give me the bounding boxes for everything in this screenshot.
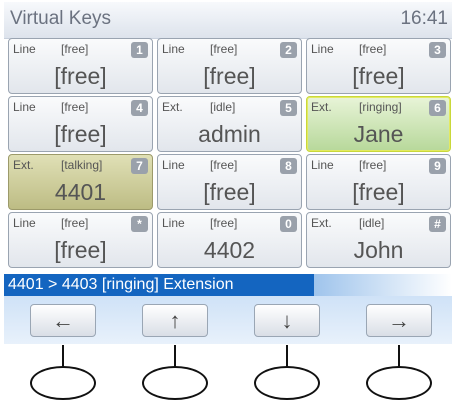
- key-number-badge: 6: [429, 100, 446, 116]
- softkey-right[interactable]: →: [366, 304, 432, 337]
- key-type: Line: [311, 158, 334, 172]
- connector-line-2: [174, 345, 176, 367]
- key-number-badge: 7: [131, 158, 148, 174]
- hardware-key-2[interactable]: [142, 366, 208, 400]
- key-label: [free]: [352, 179, 405, 205]
- key-number-badge: 8: [280, 158, 297, 174]
- key-label: [free]: [54, 237, 107, 263]
- hardware-key-4[interactable]: [366, 366, 432, 400]
- key-number-badge: 1: [131, 42, 148, 58]
- key-type: Ext.: [311, 216, 332, 230]
- clock: 16:41: [400, 8, 448, 29]
- hardware-key-1[interactable]: [30, 366, 96, 400]
- key-label: [free]: [54, 63, 107, 89]
- key-state: [talking]: [61, 158, 103, 172]
- arrow-up-icon: ↑: [169, 308, 181, 333]
- virtual-key-7[interactable]: Ext. [talking] 7 4401: [8, 154, 153, 210]
- connector-line-3: [286, 345, 288, 367]
- call-status-bar: 4401 > 4403 [ringing] Extension: [4, 274, 314, 296]
- key-state: [free]: [359, 42, 387, 56]
- virtual-key-8[interactable]: Line [free] 8 [free]: [157, 154, 302, 210]
- key-type: Line: [311, 42, 334, 56]
- virtual-key-star[interactable]: Line [free] * [free]: [8, 212, 153, 268]
- key-state: [free]: [210, 42, 238, 56]
- status-bar-fade: [314, 274, 452, 296]
- virtual-key-hash[interactable]: Ext. [idle] # John: [306, 212, 451, 268]
- arrow-down-icon: ↓: [281, 308, 293, 333]
- key-number-badge: *: [131, 216, 148, 232]
- key-label: 4402: [203, 237, 256, 263]
- key-type: Ext.: [311, 100, 332, 114]
- virtual-key-9[interactable]: Line [free] 9 [free]: [306, 154, 451, 210]
- key-type: Line: [162, 216, 185, 230]
- key-label: [free]: [54, 121, 107, 147]
- key-state: [free]: [61, 100, 89, 114]
- phone-screen: Virtual Keys 16:41 Line [free] 1 [free] …: [4, 2, 452, 296]
- key-number-badge: #: [429, 216, 446, 232]
- virtual-key-0[interactable]: Line [free] 0 4402: [157, 212, 302, 268]
- key-type: Ext.: [162, 100, 183, 114]
- virtual-key-5[interactable]: Ext. [idle] 5 admin: [157, 96, 302, 152]
- arrow-right-icon: →: [388, 308, 410, 333]
- key-state: [ringing]: [359, 100, 402, 114]
- softkey-left[interactable]: ←: [30, 304, 96, 337]
- arrow-left-icon: ←: [52, 308, 74, 333]
- virtual-keys-grid: Line [free] 1 [free] Line [free] 2 [free…: [8, 38, 452, 272]
- key-state: [free]: [210, 158, 238, 172]
- key-state: [free]: [61, 216, 89, 230]
- virtual-key-3[interactable]: Line [free] 3 [free]: [306, 38, 451, 94]
- virtual-key-2[interactable]: Line [free] 2 [free]: [157, 38, 302, 94]
- key-type: Line: [13, 100, 36, 114]
- virtual-key-4[interactable]: Line [free] 4 [free]: [8, 96, 153, 152]
- key-number-badge: 3: [429, 42, 446, 58]
- softkey-down[interactable]: ↓: [254, 304, 320, 337]
- key-label: John: [353, 237, 404, 263]
- key-label: [free]: [203, 63, 256, 89]
- key-type: Line: [13, 216, 36, 230]
- connector-line-1: [62, 345, 64, 367]
- key-type: Ext.: [13, 158, 34, 172]
- key-label: [free]: [352, 63, 405, 89]
- key-number-badge: 9: [429, 158, 446, 174]
- key-type: Line: [162, 158, 185, 172]
- key-number-badge: 2: [280, 42, 297, 58]
- key-label: [free]: [203, 179, 256, 205]
- key-state: [idle]: [210, 100, 236, 114]
- key-state: [idle]: [359, 216, 385, 230]
- key-label: Jane: [353, 121, 404, 147]
- key-type: Line: [162, 42, 185, 56]
- key-label: 4401: [54, 179, 107, 205]
- virtual-key-1[interactable]: Line [free] 1 [free]: [8, 38, 153, 94]
- key-number-badge: 0: [280, 216, 297, 232]
- key-number-badge: 5: [280, 100, 297, 116]
- key-state: [free]: [210, 216, 238, 230]
- virtual-key-6[interactable]: Ext. [ringing] 6 Jane: [306, 96, 451, 152]
- hardware-key-3[interactable]: [254, 366, 320, 400]
- key-state: [free]: [359, 158, 387, 172]
- softkey-up[interactable]: ↑: [142, 304, 208, 337]
- key-state: [free]: [61, 42, 89, 56]
- screen-header: Virtual Keys 16:41: [4, 2, 452, 39]
- key-type: Line: [13, 42, 36, 56]
- key-number-badge: 4: [131, 100, 148, 116]
- screen-title: Virtual Keys: [10, 8, 112, 29]
- connector-line-4: [398, 345, 400, 367]
- softkey-bar: ← ↑ ↓ →: [4, 296, 452, 344]
- key-label: admin: [198, 121, 261, 147]
